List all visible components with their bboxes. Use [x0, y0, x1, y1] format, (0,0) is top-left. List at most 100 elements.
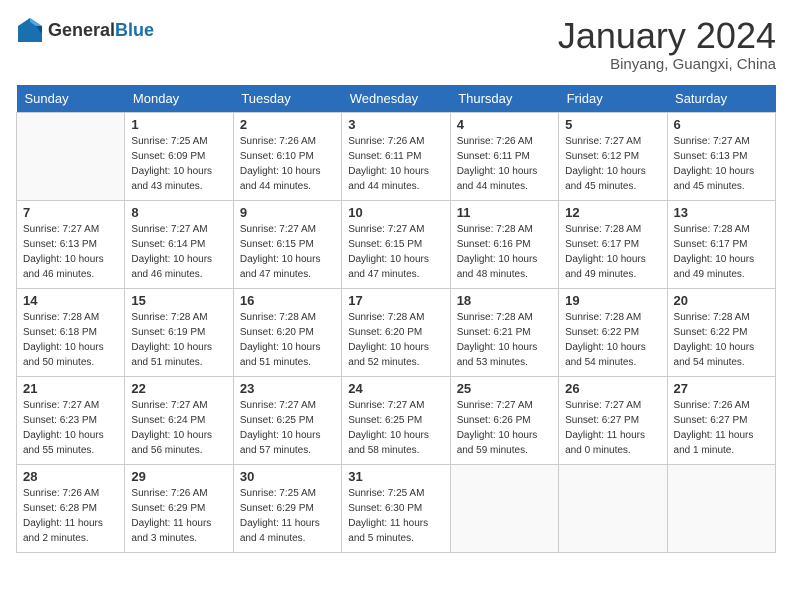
day-number: 16 [240, 293, 335, 308]
logo-icon [16, 16, 44, 44]
calendar-cell: 5 Sunrise: 7:27 AM Sunset: 6:12 PM Daylig… [559, 112, 667, 200]
day-number: 3 [348, 117, 443, 132]
calendar-table: SundayMondayTuesdayWednesdayThursdayFrid… [16, 85, 776, 553]
day-number: 10 [348, 205, 443, 220]
calendar-cell: 27 Sunrise: 7:26 AM Sunset: 6:27 PM Dayli… [667, 376, 775, 464]
day-number: 31 [348, 469, 443, 484]
day-number: 22 [131, 381, 226, 396]
day-info: Sunrise: 7:25 AM Sunset: 6:29 PM Dayligh… [240, 486, 335, 546]
calendar-cell: 10Sunrise: 7:27 AM Sunset: 6:15 PM Dayli… [342, 200, 450, 288]
calendar-cell: 1 Sunrise: 7:25 AM Sunset: 6:09 PM Daylig… [125, 112, 233, 200]
day-info: Sunrise: 7:27 AM Sunset: 6:12 PM Dayligh… [565, 134, 660, 194]
calendar-cell: 12Sunrise: 7:28 AM Sunset: 6:17 PM Dayli… [559, 200, 667, 288]
day-info: Sunrise: 7:28 AM Sunset: 6:20 PM Dayligh… [348, 310, 443, 370]
day-info: Sunrise: 7:27 AM Sunset: 6:25 PM Dayligh… [348, 398, 443, 458]
calendar-cell: 15 Sunrise: 7:28 AM Sunset: 6:19 PM Dayli… [125, 288, 233, 376]
day-number: 29 [131, 469, 226, 484]
calendar-cell: 2 Sunrise: 7:26 AM Sunset: 6:10 PM Daylig… [233, 112, 341, 200]
day-info: Sunrise: 7:27 AM Sunset: 6:14 PM Dayligh… [131, 222, 226, 282]
day-info: Sunrise: 7:26 AM Sunset: 6:11 PM Dayligh… [348, 134, 443, 194]
calendar-cell: 25 Sunrise: 7:27 AM Sunset: 6:26 PM Dayli… [450, 376, 558, 464]
day-number: 28 [23, 469, 118, 484]
day-number: 17 [348, 293, 443, 308]
calendar-week-row: 28 Sunrise: 7:26 AM Sunset: 6:28 PM Dayli… [17, 464, 776, 552]
calendar-cell: 11 Sunrise: 7:28 AM Sunset: 6:16 PM Dayli… [450, 200, 558, 288]
logo-text: GeneralBlue [48, 20, 154, 41]
calendar-cell: 31Sunrise: 7:25 AM Sunset: 6:30 PM Dayli… [342, 464, 450, 552]
day-info: Sunrise: 7:28 AM Sunset: 6:16 PM Dayligh… [457, 222, 552, 282]
calendar-cell: 22Sunrise: 7:27 AM Sunset: 6:24 PM Dayli… [125, 376, 233, 464]
day-number: 15 [131, 293, 226, 308]
weekday-header-row: SundayMondayTuesdayWednesdayThursdayFrid… [17, 85, 776, 113]
day-info: Sunrise: 7:27 AM Sunset: 6:26 PM Dayligh… [457, 398, 552, 458]
calendar-week-row: 7 Sunrise: 7:27 AM Sunset: 6:13 PM Daylig… [17, 200, 776, 288]
calendar-cell: 21 Sunrise: 7:27 AM Sunset: 6:23 PM Dayli… [17, 376, 125, 464]
calendar-cell: 19 Sunrise: 7:28 AM Sunset: 6:22 PM Dayli… [559, 288, 667, 376]
calendar-cell: 9 Sunrise: 7:27 AM Sunset: 6:15 PM Daylig… [233, 200, 341, 288]
calendar-cell: 7 Sunrise: 7:27 AM Sunset: 6:13 PM Daylig… [17, 200, 125, 288]
day-number: 25 [457, 381, 552, 396]
day-info: Sunrise: 7:26 AM Sunset: 6:11 PM Dayligh… [457, 134, 552, 194]
day-info: Sunrise: 7:28 AM Sunset: 6:22 PM Dayligh… [565, 310, 660, 370]
day-number: 11 [457, 205, 552, 220]
day-number: 30 [240, 469, 335, 484]
day-info: Sunrise: 7:26 AM Sunset: 6:28 PM Dayligh… [23, 486, 118, 546]
calendar-cell: 20 Sunrise: 7:28 AM Sunset: 6:22 PM Dayli… [667, 288, 775, 376]
day-info: Sunrise: 7:27 AM Sunset: 6:25 PM Dayligh… [240, 398, 335, 458]
day-info: Sunrise: 7:27 AM Sunset: 6:13 PM Dayligh… [674, 134, 769, 194]
calendar-cell: 6Sunrise: 7:27 AM Sunset: 6:13 PM Daylig… [667, 112, 775, 200]
day-info: Sunrise: 7:25 AM Sunset: 6:09 PM Dayligh… [131, 134, 226, 194]
calendar-cell: 26 Sunrise: 7:27 AM Sunset: 6:27 PM Dayli… [559, 376, 667, 464]
day-number: 12 [565, 205, 660, 220]
day-info: Sunrise: 7:27 AM Sunset: 6:15 PM Dayligh… [240, 222, 335, 282]
day-number: 5 [565, 117, 660, 132]
day-number: 7 [23, 205, 118, 220]
day-number: 13 [674, 205, 769, 220]
day-number: 20 [674, 293, 769, 308]
day-info: Sunrise: 7:26 AM Sunset: 6:29 PM Dayligh… [131, 486, 226, 546]
weekday-header-wednesday: Wednesday [342, 85, 450, 113]
day-info: Sunrise: 7:27 AM Sunset: 6:27 PM Dayligh… [565, 398, 660, 458]
day-info: Sunrise: 7:27 AM Sunset: 6:23 PM Dayligh… [23, 398, 118, 458]
page-header: GeneralBlue January 2024 Binyang, Guangx… [16, 16, 776, 73]
calendar-cell: 3 Sunrise: 7:26 AM Sunset: 6:11 PM Daylig… [342, 112, 450, 200]
weekday-header-sunday: Sunday [17, 85, 125, 113]
calendar-cell: 8 Sunrise: 7:27 AM Sunset: 6:14 PM Daylig… [125, 200, 233, 288]
day-info: Sunrise: 7:27 AM Sunset: 6:13 PM Dayligh… [23, 222, 118, 282]
day-number: 14 [23, 293, 118, 308]
calendar-cell: 17 Sunrise: 7:28 AM Sunset: 6:20 PM Dayli… [342, 288, 450, 376]
logo: GeneralBlue [16, 16, 154, 44]
calendar-title: January 2024 [558, 16, 776, 56]
calendar-week-row: 1 Sunrise: 7:25 AM Sunset: 6:09 PM Daylig… [17, 112, 776, 200]
calendar-cell: 4 Sunrise: 7:26 AM Sunset: 6:11 PM Daylig… [450, 112, 558, 200]
day-number: 19 [565, 293, 660, 308]
day-number: 27 [674, 381, 769, 396]
calendar-cell: 28 Sunrise: 7:26 AM Sunset: 6:28 PM Dayli… [17, 464, 125, 552]
calendar-week-row: 21 Sunrise: 7:27 AM Sunset: 6:23 PM Dayli… [17, 376, 776, 464]
day-info: Sunrise: 7:26 AM Sunset: 6:10 PM Dayligh… [240, 134, 335, 194]
day-number: 1 [131, 117, 226, 132]
day-info: Sunrise: 7:28 AM Sunset: 6:18 PM Dayligh… [23, 310, 118, 370]
day-info: Sunrise: 7:28 AM Sunset: 6:17 PM Dayligh… [674, 222, 769, 282]
calendar-subtitle: Binyang, Guangxi, China [558, 56, 776, 73]
calendar-cell [559, 464, 667, 552]
day-number: 8 [131, 205, 226, 220]
weekday-header-monday: Monday [125, 85, 233, 113]
day-number: 4 [457, 117, 552, 132]
weekday-header-saturday: Saturday [667, 85, 775, 113]
day-number: 26 [565, 381, 660, 396]
calendar-cell [450, 464, 558, 552]
day-info: Sunrise: 7:28 AM Sunset: 6:19 PM Dayligh… [131, 310, 226, 370]
day-info: Sunrise: 7:26 AM Sunset: 6:27 PM Dayligh… [674, 398, 769, 458]
day-number: 9 [240, 205, 335, 220]
day-number: 21 [23, 381, 118, 396]
weekday-header-thursday: Thursday [450, 85, 558, 113]
day-number: 2 [240, 117, 335, 132]
weekday-header-friday: Friday [559, 85, 667, 113]
calendar-cell: 16Sunrise: 7:28 AM Sunset: 6:20 PM Dayli… [233, 288, 341, 376]
calendar-cell: 18Sunrise: 7:28 AM Sunset: 6:21 PM Dayli… [450, 288, 558, 376]
calendar-cell: 30 Sunrise: 7:25 AM Sunset: 6:29 PM Dayli… [233, 464, 341, 552]
day-number: 23 [240, 381, 335, 396]
calendar-cell: 13 Sunrise: 7:28 AM Sunset: 6:17 PM Dayli… [667, 200, 775, 288]
day-info: Sunrise: 7:28 AM Sunset: 6:22 PM Dayligh… [674, 310, 769, 370]
